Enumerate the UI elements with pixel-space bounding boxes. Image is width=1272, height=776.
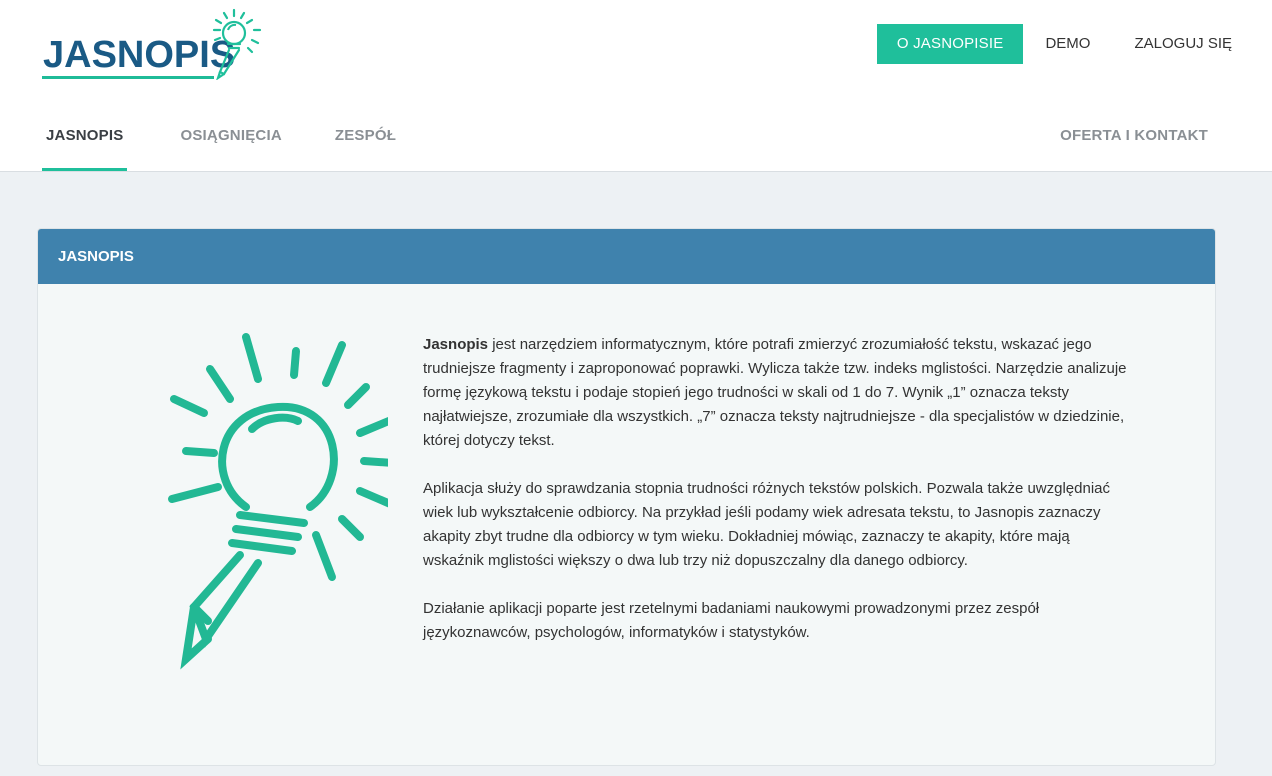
about-button[interactable]: O JASNOPISIE xyxy=(876,24,1024,64)
tab-zespol[interactable]: ZESPÓŁ xyxy=(335,112,396,171)
description-paragraph: Jasnopis jest narzędziem informatycznym,… xyxy=(423,333,1133,453)
section-tabs: JASNOPIS OSIĄGNIĘCIA ZESPÓŁ xyxy=(42,112,449,171)
brand-bold: Jasnopis xyxy=(423,336,489,353)
top-nav: O JASNOPISIE DEMO ZALOGUJ SIĘ xyxy=(876,24,1232,64)
tab-osiagniecia[interactable]: OSIĄGNIĘCIA xyxy=(180,112,281,171)
panel-title: JASNOPIS xyxy=(38,229,1215,284)
login-link[interactable]: ZALOGUJ SIĘ xyxy=(1134,24,1232,64)
description-paragraph: Działanie aplikacji poparte jest rzeteln… xyxy=(423,600,1040,641)
content-panel: JASNOPIS Jasnopis jest narzędziem inform… xyxy=(37,228,1216,766)
paragraph-text: jest narzędziem informatycznym, które po… xyxy=(423,336,1127,449)
lightbulb-logo-icon xyxy=(212,8,262,80)
logo[interactable]: JASNOPIS xyxy=(40,8,280,82)
demo-link[interactable]: DEMO xyxy=(1045,24,1090,64)
description: Jasnopis jest narzędziem informatycznym,… xyxy=(423,333,1133,669)
description-paragraph: Aplikacja służy do sprawdzania stopnia t… xyxy=(423,480,1111,569)
lightbulb-pencil-icon xyxy=(168,333,388,670)
site-header: JASNOPIS O JASNOPISIE DEMO ZALOGUJ SIĘ J… xyxy=(0,0,1272,172)
tab-jasnopis[interactable]: JASNOPIS xyxy=(42,112,128,171)
logo-underline xyxy=(42,76,214,79)
tab-oferta-kontakt[interactable]: OFERTA I KONTAKT xyxy=(1060,112,1208,160)
